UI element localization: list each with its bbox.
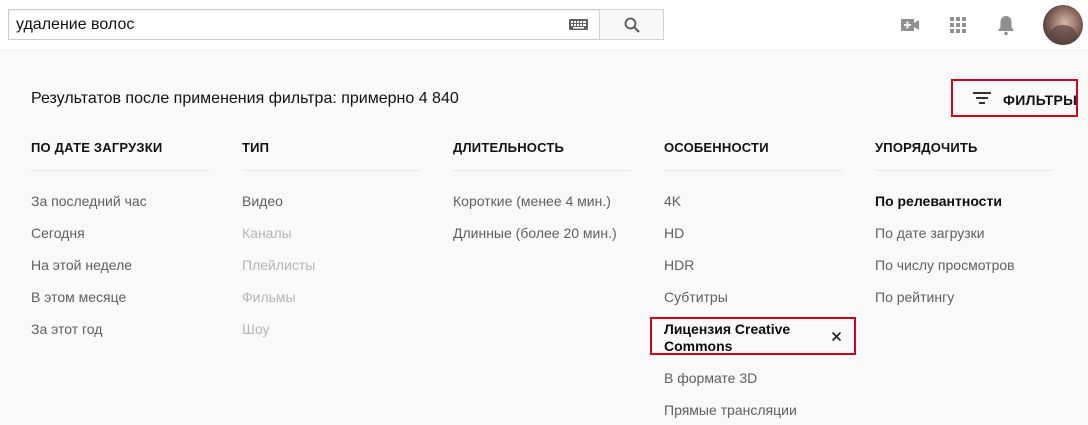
- filter-icon: [973, 92, 991, 104]
- apps-grid-icon[interactable]: [946, 13, 970, 37]
- search-button[interactable]: [599, 9, 664, 40]
- filter-option[interactable]: Короткие (менее 4 мин.): [453, 192, 611, 210]
- filter-group-title: ПО ДАТЕ ЗАГРУЗКИ: [31, 140, 209, 171]
- filter-group-title: ОСОБЕННОСТИ: [664, 140, 842, 171]
- filter-group-upload-date: ПО ДАТЕ ЗАГРУЗКИ За последний час Сегодн…: [31, 140, 209, 337]
- masthead: [0, 0, 1088, 51]
- filter-option-disabled: Фильмы: [242, 289, 296, 305]
- filter-group-features: ОСОБЕННОСТИ 4K HD HDR Субтитры В формате…: [664, 140, 842, 418]
- search-icon: [624, 17, 640, 33]
- filter-option[interactable]: На этой неделе: [31, 256, 132, 274]
- sort-option[interactable]: По числу просмотров: [875, 256, 1015, 274]
- filter-option[interactable]: Прямые трансляции: [664, 401, 797, 419]
- filter-option[interactable]: HDR: [664, 256, 694, 274]
- search-box[interactable]: [8, 9, 600, 40]
- close-icon[interactable]: [831, 331, 842, 342]
- filter-option[interactable]: Субтитры: [664, 288, 728, 306]
- sort-option-selected[interactable]: По релевантности: [875, 192, 1002, 210]
- active-filter-creative-commons[interactable]: Лицензия Creative Commons: [650, 317, 856, 355]
- results-summary: Результатов после применения фильтра: пр…: [31, 90, 459, 107]
- filter-option[interactable]: Видео: [242, 192, 283, 210]
- search-input[interactable]: [16, 15, 556, 35]
- filter-option[interactable]: В этом месяце: [31, 288, 126, 306]
- filter-option-disabled: Шоу: [242, 321, 270, 337]
- keyboard-icon[interactable]: [569, 19, 588, 30]
- filter-group-type: ТИП Видео Каналы Плейлисты Фильмы Шоу: [242, 140, 420, 337]
- sort-option[interactable]: По рейтингу: [875, 288, 954, 306]
- filters-button-label: ФИЛЬТРЫ: [1003, 92, 1078, 108]
- filter-option[interactable]: В формате 3D: [664, 369, 757, 387]
- video-camera-plus-icon[interactable]: [898, 13, 922, 37]
- filter-option[interactable]: За последний час: [31, 192, 147, 210]
- filter-option[interactable]: HD: [664, 224, 684, 242]
- sort-option[interactable]: По дате загрузки: [875, 224, 985, 242]
- filter-option[interactable]: 4K: [664, 192, 681, 210]
- filter-group-title: ТИП: [242, 140, 420, 171]
- filter-option[interactable]: Длинные (более 20 мин.): [453, 224, 617, 242]
- filter-option[interactable]: За этот год: [31, 320, 102, 338]
- filter-group-sort: УПОРЯДОЧИТЬ По релевантности По дате заг…: [875, 140, 1053, 305]
- filter-group-duration: ДЛИТЕЛЬНОСТЬ Короткие (менее 4 мин.) Дли…: [453, 140, 631, 241]
- active-filter-label: Лицензия Creative Commons: [664, 321, 791, 354]
- filters-button[interactable]: ФИЛЬТРЫ: [951, 79, 1078, 117]
- filter-option-disabled: Плейлисты: [242, 257, 316, 273]
- filter-group-title: ДЛИТЕЛЬНОСТЬ: [453, 140, 631, 171]
- filter-option[interactable]: Сегодня: [31, 224, 85, 242]
- filter-group-title: УПОРЯДОЧИТЬ: [875, 140, 1053, 171]
- bell-icon[interactable]: [994, 13, 1018, 37]
- avatar[interactable]: [1043, 5, 1083, 45]
- filter-option-disabled: Каналы: [242, 225, 292, 241]
